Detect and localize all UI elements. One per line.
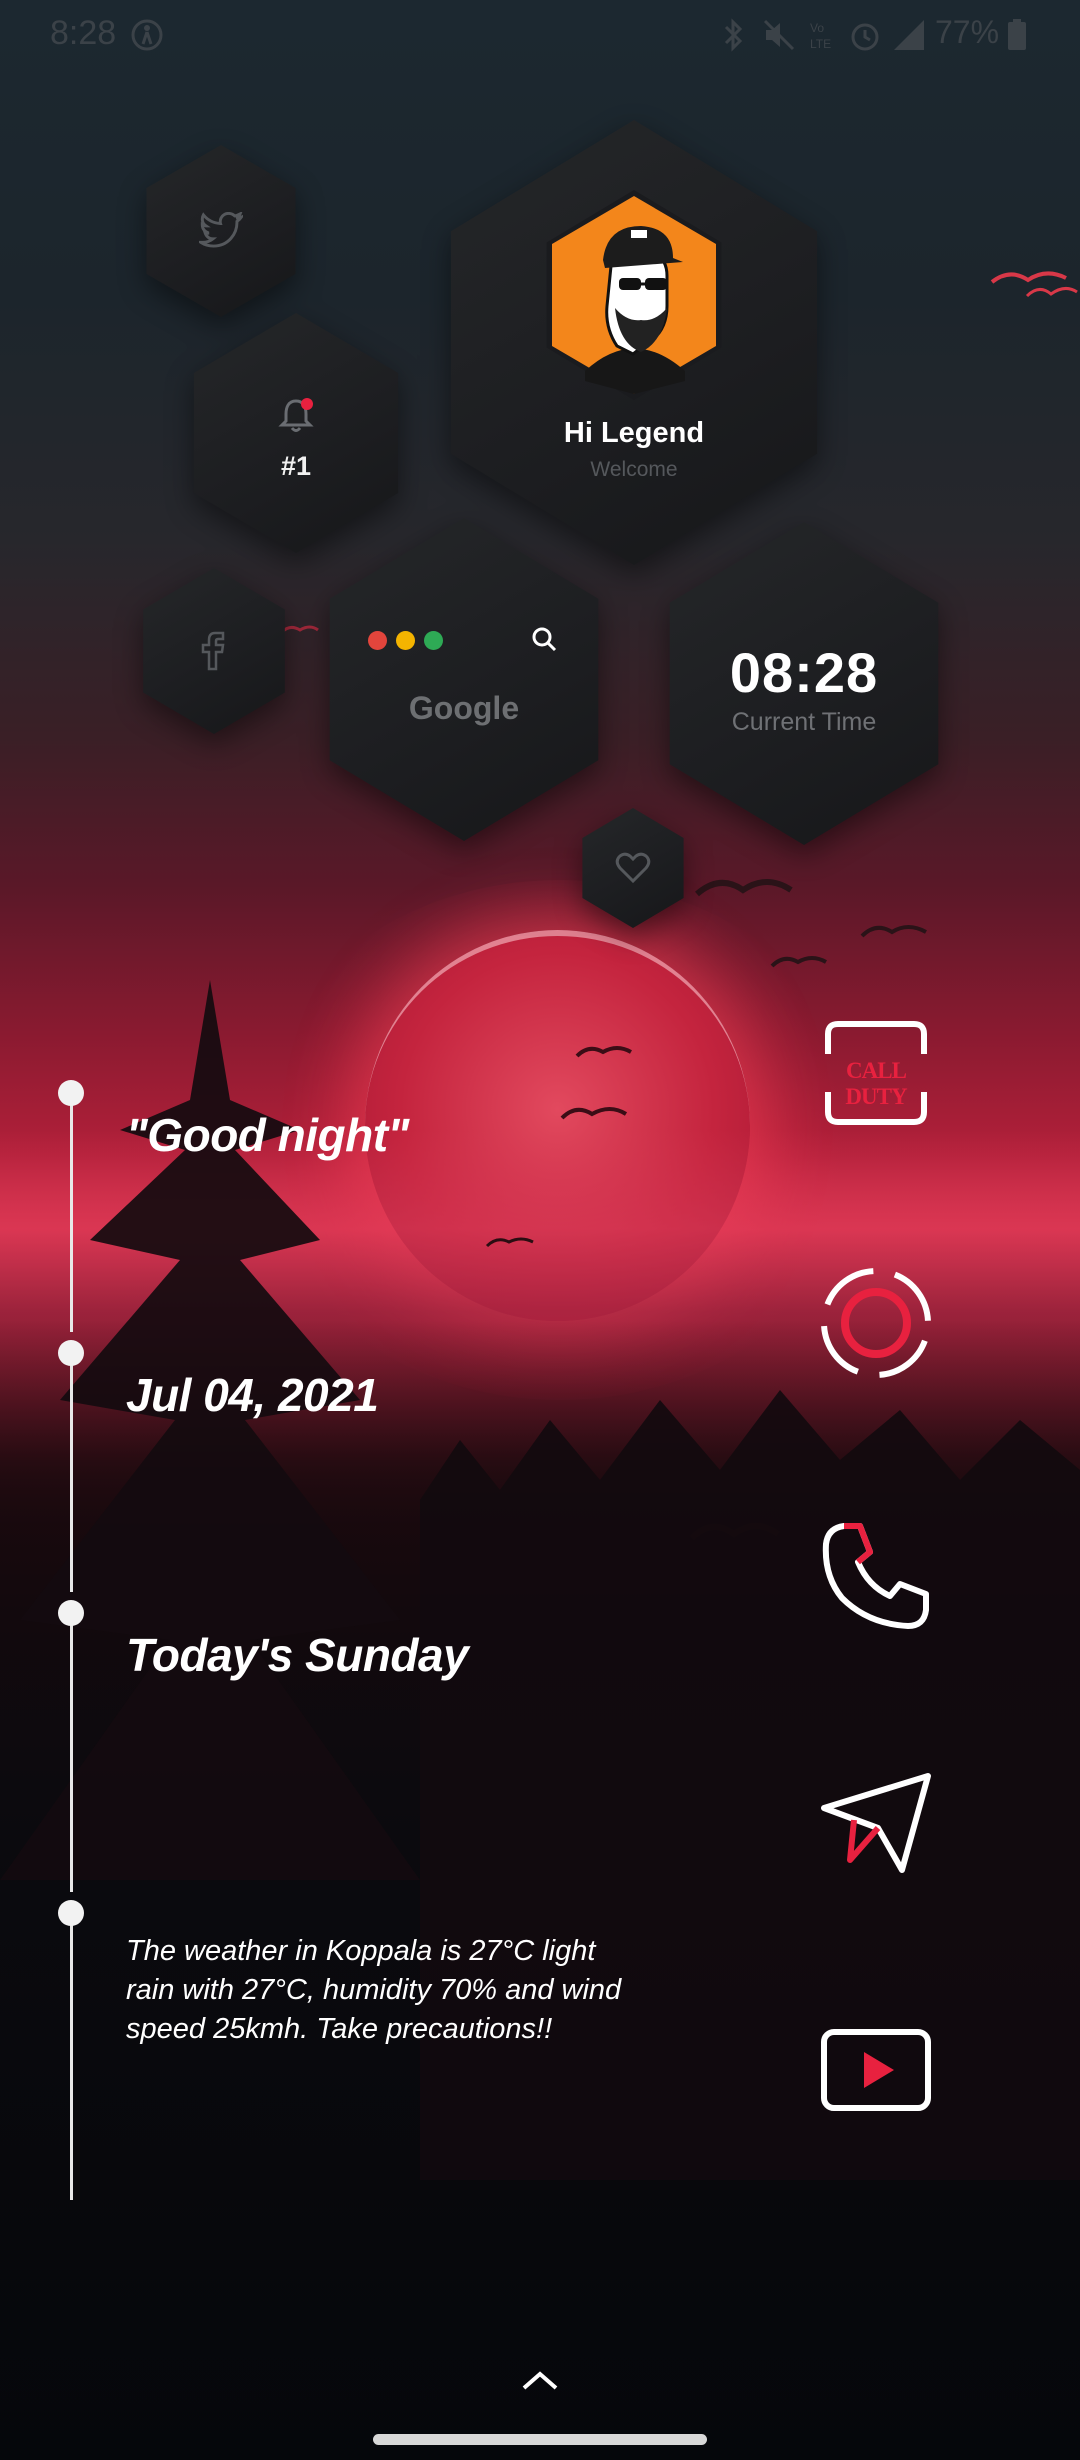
timeline-line	[70, 1094, 73, 1332]
clock-label: Current Time	[731, 708, 877, 736]
send-icon	[821, 1773, 931, 1873]
lte-signal-icon	[894, 20, 924, 50]
google-dot-yellow	[396, 631, 415, 650]
profile-greeting: Hi Legend	[563, 417, 705, 449]
timeline-dot	[58, 1080, 84, 1106]
bird-icon	[560, 1107, 628, 1120]
google-label: Google	[408, 690, 520, 726]
call-of-duty-label: CALL DUTY	[845, 1058, 907, 1109]
volte-icon: Vo LTE	[810, 21, 831, 51]
google-dot-green	[424, 631, 443, 650]
chevron-up-icon[interactable]	[520, 2368, 560, 2392]
gesture-bar[interactable]	[373, 2434, 707, 2445]
status-time: 8:28	[50, 14, 117, 52]
accessibility-icon	[131, 19, 163, 51]
twitter-icon	[199, 212, 243, 248]
youtube-app[interactable]	[820, 2028, 932, 2114]
bird-icon	[860, 925, 927, 938]
date-text: Jul 04, 2021	[126, 1369, 379, 1421]
telegram-app[interactable]	[820, 1768, 932, 1878]
timeline-dot	[58, 1600, 84, 1626]
timeline-dot	[58, 1340, 84, 1366]
timeline-dot	[58, 1900, 84, 1926]
search-icon[interactable]	[530, 625, 558, 653]
alarm-icon	[851, 23, 879, 51]
camera-ring-icon	[821, 1268, 931, 1378]
notification-count: #1	[280, 451, 312, 481]
battery-icon	[1008, 19, 1026, 50]
mute-icon	[763, 19, 795, 51]
bird-icon	[1025, 287, 1078, 298]
call-of-duty-app[interactable]: CALL DUTY	[820, 1016, 932, 1130]
battery-percent: 77%	[935, 14, 1000, 50]
phone-icon	[822, 1523, 929, 1629]
profile-subtitle: Welcome	[590, 458, 678, 481]
clock-time: 08:28	[729, 641, 879, 704]
bird-icon	[575, 1046, 632, 1058]
bell-icon	[278, 398, 314, 432]
bird-icon	[695, 879, 793, 897]
bird-icon	[485, 1237, 534, 1248]
greeting-text: "Good night"	[126, 1109, 409, 1161]
facebook-icon	[201, 631, 225, 671]
timeline-line	[70, 1354, 73, 1592]
google-dot-red	[368, 631, 387, 650]
tree-line	[420, 1390, 1080, 2180]
bird-icon	[280, 625, 319, 634]
camera-app[interactable]	[820, 1267, 932, 1379]
svg-text:Vo: Vo	[810, 21, 824, 35]
phone-app[interactable]	[820, 1520, 932, 1632]
status-bar: 8:28 Vo LTE 77%	[0, 0, 1080, 72]
day-text: Today's Sunday	[126, 1629, 469, 1681]
timeline-line	[70, 1914, 73, 2200]
bluetooth-icon	[724, 18, 743, 52]
timeline-line	[70, 1614, 73, 1892]
heart-icon	[615, 852, 651, 884]
bird-icon	[770, 956, 827, 968]
avatar	[552, 196, 716, 394]
weather-text: The weather in Koppala is 27°C light rai…	[126, 1935, 622, 2045]
svg-text:LTE: LTE	[810, 37, 831, 51]
youtube-icon	[821, 2029, 931, 2111]
